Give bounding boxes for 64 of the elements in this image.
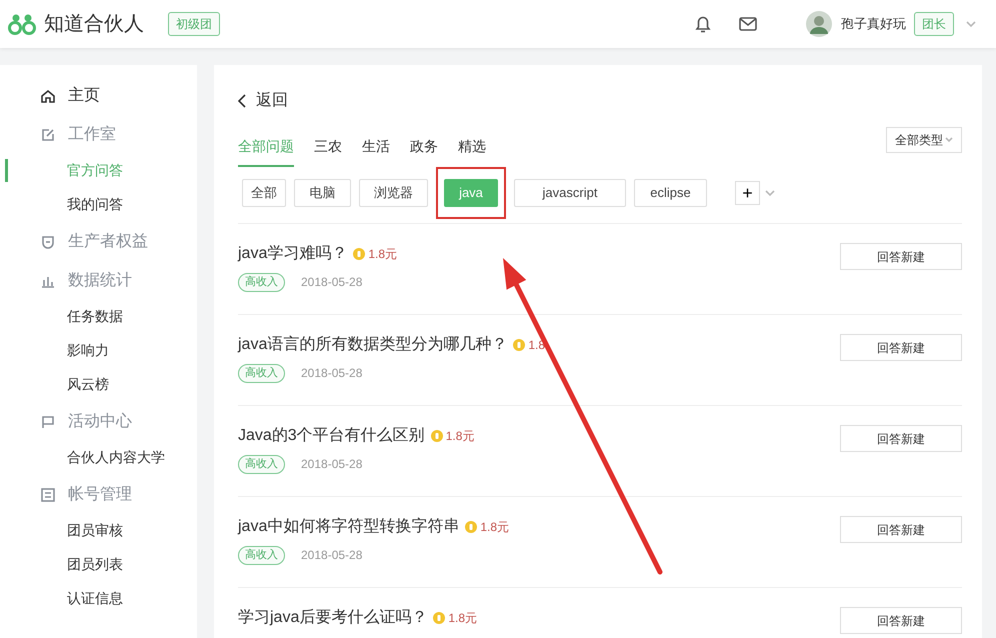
sidebar-subitem[interactable]: 我的问答	[0, 187, 197, 221]
filter-tab[interactable]: 政务	[410, 132, 438, 167]
avatar-icon	[806, 11, 832, 37]
income-tag: 高收入	[238, 273, 285, 292]
role-badge: 团长	[914, 12, 954, 36]
question-title[interactable]: java学习难吗？	[238, 242, 348, 266]
filter-tab[interactable]: 三农	[314, 132, 342, 167]
question-date: 2018-05-28	[301, 365, 362, 382]
answer-button[interactable]: 回答新建	[840, 425, 962, 452]
list-icon	[40, 487, 56, 503]
chevron-left-icon	[238, 94, 246, 108]
income-tag: 高收入	[238, 455, 285, 474]
filter-tab[interactable]: 精选	[458, 132, 486, 167]
answer-button[interactable]: 回答新建	[840, 607, 962, 634]
filter-tab[interactable]: 生活	[362, 132, 390, 167]
coin-icon	[513, 339, 526, 351]
tag-chip[interactable]: eclipse	[634, 179, 707, 207]
sidebar-item[interactable]: 主页	[0, 78, 197, 114]
logo-icon	[6, 12, 38, 36]
question-title[interactable]: java语言的所有数据类型分为哪几种？	[238, 333, 508, 357]
coin-icon	[353, 248, 366, 260]
answer-button[interactable]: 回答新建	[840, 334, 962, 361]
caret-icon	[945, 137, 953, 143]
reward-amount: 1.8元	[480, 519, 510, 536]
tag-chip[interactable]: 全部	[242, 179, 286, 207]
app-name: 知道合伙人	[44, 12, 144, 37]
sidebar-subitem[interactable]: 合伙人内容大学	[0, 440, 197, 474]
reward-amount: 1.8元	[448, 610, 478, 627]
active-indicator	[5, 159, 8, 182]
sidebar-subitem[interactable]: 任务数据	[0, 299, 197, 333]
sidebar-subitem[interactable]: 认证信息	[0, 581, 197, 615]
sidebar-subitem[interactable]: 影响力	[0, 333, 197, 367]
back-link[interactable]: 返回	[238, 89, 288, 113]
sidebar-subitem[interactable]: 团员列表	[0, 547, 197, 581]
answer-button[interactable]: 回答新建	[840, 243, 962, 270]
reward-amount: 1.8元	[446, 428, 474, 445]
shield-icon	[40, 234, 56, 250]
answer-button[interactable]: 回答新建	[840, 516, 962, 543]
question-date: 2018-05-28	[301, 274, 362, 292]
coin-icon	[430, 430, 443, 442]
mail-icon[interactable]	[738, 14, 758, 34]
type-dropdown[interactable]: 全部类型	[886, 127, 962, 153]
edit-icon	[40, 127, 56, 143]
question-date: 2018-05-28	[301, 456, 362, 474]
coin-icon	[465, 521, 478, 533]
level-badge: 初级团	[168, 12, 220, 36]
bell-icon[interactable]	[693, 14, 713, 34]
question-title[interactable]: Java的3个平台有什么区别	[238, 424, 425, 448]
add-tag-button[interactable]: +	[735, 181, 760, 205]
question-date: 2018-05-28	[301, 547, 362, 564]
coin-icon	[433, 612, 446, 624]
sidebar-subitem[interactable]: 风云榜	[0, 367, 197, 401]
income-tag: 高收入	[238, 546, 285, 564]
question-title[interactable]: 学习java后要考什么证吗？	[238, 606, 428, 630]
user-name[interactable]: 孢子真好玩	[841, 14, 906, 34]
income-tag: 高收入	[238, 364, 285, 382]
home-icon	[40, 88, 56, 104]
tag-chip[interactable]: javascript	[514, 179, 626, 207]
question-title[interactable]: java中如何将字符型转换字符串	[238, 515, 460, 539]
reward-amount: 1.8元	[368, 246, 398, 263]
flag-icon	[40, 414, 56, 430]
tag-chip[interactable]: 浏览器	[359, 179, 428, 207]
sidebar-subitem[interactable]: 团员审核	[0, 513, 197, 547]
tag-chip[interactable]: 电脑	[294, 179, 351, 207]
